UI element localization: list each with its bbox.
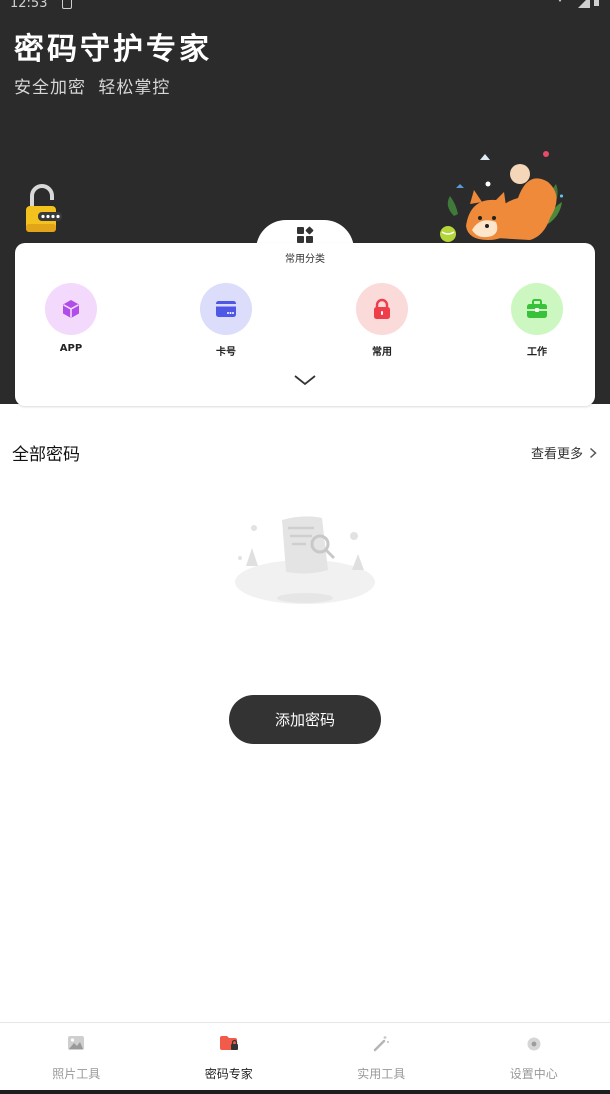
add-password-button[interactable]: 添加密码: [229, 695, 381, 744]
category-label: 卡号: [216, 347, 236, 358]
category-label: 常用: [372, 347, 392, 358]
bottom-tab-bar: 照片工具 密码专家 实用工具 设置中心: [0, 1022, 610, 1091]
settings-icon: [527, 1037, 541, 1051]
tab-label: 设置中心: [509, 1067, 558, 1081]
category-label: 工作: [527, 347, 547, 358]
all-passwords-title: 全部密码: [12, 445, 80, 465]
category-item-card[interactable]: 卡号: [186, 283, 266, 358]
tab-label: 实用工具: [357, 1067, 406, 1081]
chevron-down-icon[interactable]: [292, 372, 318, 388]
signal-battery-icon: [558, 0, 599, 8]
category-header: 常用分类: [275, 226, 335, 265]
status-time: 12:53: [10, 0, 48, 11]
empty-state-illustration-icon: [235, 516, 375, 604]
status-bar: 12:53: [10, 0, 600, 12]
tab-settings[interactable]: 设置中心: [458, 1023, 610, 1091]
view-more-label: 查看更多: [531, 447, 584, 462]
grid-icon: [297, 226, 314, 243]
magic-wand-icon: [374, 1036, 390, 1052]
card-icon: [216, 301, 236, 317]
category-item-work[interactable]: 工作: [497, 283, 577, 358]
category-item-app[interactable]: APP: [31, 283, 111, 354]
chevron-right-icon: [590, 447, 597, 458]
shiba-dog-illustration-icon: [440, 151, 563, 242]
lock-icon: [374, 298, 390, 319]
tab-password-expert[interactable]: 密码专家: [153, 1023, 306, 1091]
photo-icon: [68, 1036, 85, 1050]
briefcase-icon: [527, 299, 547, 318]
tab-photo-tools[interactable]: 照片工具: [0, 1023, 153, 1091]
tab-utility-tools[interactable]: 实用工具: [305, 1023, 458, 1091]
view-more-link[interactable]: 查看更多: [531, 443, 597, 462]
category-item-common[interactable]: 常用: [342, 283, 422, 358]
app-subtitle: 安全加密 轻松掌控: [14, 78, 171, 98]
app-title: 密码守护专家: [14, 32, 212, 67]
category-label: APP: [59, 343, 83, 354]
padlock-illustration-icon: [26, 184, 62, 232]
tab-label: 密码专家: [204, 1067, 253, 1081]
cube-icon: [63, 300, 79, 318]
category-app-circle: [45, 283, 97, 335]
sim-icon: [62, 0, 72, 9]
category-work-circle: [511, 283, 563, 335]
category-common-circle: [356, 283, 408, 335]
category-title: 常用分类: [285, 254, 325, 265]
category-card-circle: [200, 283, 252, 335]
navigation-bar-edge: [0, 1090, 610, 1094]
tab-label: 照片工具: [52, 1067, 101, 1081]
folder-lock-icon: [219, 1036, 238, 1050]
